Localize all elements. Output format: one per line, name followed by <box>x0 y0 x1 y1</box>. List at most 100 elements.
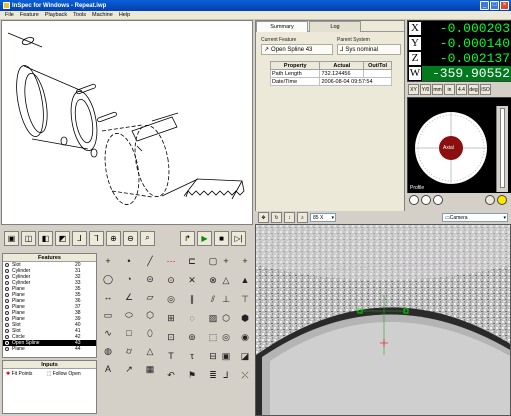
step-icon[interactable]: ↱ <box>180 230 195 246</box>
dro-degree-button[interactable]: deg <box>468 84 479 95</box>
parent-system-field[interactable]: ⅃ Sys nominal <box>337 44 401 55</box>
camera-view[interactable] <box>255 224 511 416</box>
table-row[interactable]: Path Length 732.124456 <box>269 69 392 78</box>
maximize-button[interactable]: □ <box>490 1 499 10</box>
table-row[interactable]: Date/Time 2006-08-04 09:57:54 <box>269 77 392 86</box>
dot-icon[interactable]: • <box>120 253 138 269</box>
hex-icon[interactable]: ⬡ <box>217 310 235 326</box>
ellipse-icon[interactable]: ⬭ <box>120 307 138 323</box>
cube-icon[interactable]: ▣ <box>217 348 235 364</box>
move-icon[interactable]: ✥ <box>258 212 269 223</box>
zoom-fit-icon[interactable]: ⌕ <box>140 230 155 246</box>
dro-precision-button[interactable]: 4.4 <box>456 84 467 95</box>
rotate-icon[interactable]: ↻ <box>271 212 282 223</box>
target-icon[interactable]: ⊚ <box>183 329 201 345</box>
menu-tools[interactable]: Tools <box>70 12 89 18</box>
axis-alt-icon[interactable]: ⅂ <box>89 230 104 246</box>
height-icon[interactable]: ↕ <box>284 212 295 223</box>
arc-icon[interactable]: ◔ <box>120 271 138 287</box>
plus-icon[interactable]: + <box>217 253 235 269</box>
align-icon[interactable]: ⅃ <box>217 367 235 383</box>
ring-icon[interactable]: ◎ <box>162 291 180 307</box>
triangle-icon[interactable]: △ <box>217 272 235 288</box>
bracket-icon[interactable]: ⊏ <box>183 253 201 269</box>
plus-alt-icon[interactable]: + <box>236 253 254 269</box>
play-icon[interactable]: ▶ <box>197 230 212 246</box>
col-property[interactable]: Property <box>269 61 321 70</box>
cylinder-icon[interactable]: ⌭ <box>120 343 138 359</box>
menu-playback[interactable]: Playback <box>42 12 70 18</box>
flag-icon[interactable]: ⚑ <box>183 367 201 383</box>
fit-points-option[interactable]: ✱ Fit Points <box>6 371 32 377</box>
cross-view-icon[interactable] <box>433 195 443 205</box>
menu-file[interactable]: File <box>2 12 17 18</box>
line-icon[interactable]: ╱ <box>141 253 159 269</box>
menu-machine[interactable]: Machine <box>89 12 116 18</box>
step-forward-icon[interactable]: ▷| <box>231 230 246 246</box>
text-icon[interactable]: A <box>99 361 117 377</box>
zoom-select[interactable]: 85 X ▾ <box>310 213 336 222</box>
pin-alt-icon[interactable]: ⊤ <box>236 291 254 307</box>
feature-row[interactable]: Plane 44 <box>3 346 96 352</box>
oval-icon[interactable]: ⬯ <box>141 325 159 341</box>
cone-icon[interactable]: △ <box>141 343 159 359</box>
ta-icon[interactable]: T <box>162 348 180 364</box>
gear-icon[interactable] <box>485 195 495 205</box>
spline-icon[interactable]: ∿ <box>99 325 117 341</box>
align-alt-icon[interactable]: ⤬ <box>236 367 254 383</box>
dro-xy-button[interactable]: XY <box>408 84 419 95</box>
view-iso-icon[interactable]: ▣ <box>4 230 19 246</box>
pin-icon[interactable]: ⊥ <box>217 291 235 307</box>
square-icon[interactable]: □ <box>120 325 138 341</box>
axis-icon[interactable]: ⅃ <box>72 230 87 246</box>
tt-icon[interactable]: τ <box>183 348 201 364</box>
part-drawing-view[interactable] <box>1 20 253 225</box>
ring-alt-icon[interactable]: ◎ <box>217 329 235 345</box>
cube-alt-icon[interactable]: ◪ <box>236 348 254 364</box>
col-actual[interactable]: Actual <box>319 61 365 70</box>
menu-help[interactable]: Help <box>116 12 133 18</box>
dro-inch-button[interactable]: in <box>444 84 455 95</box>
zoom-icon[interactable]: ⌕ <box>297 212 308 223</box>
dots-icon[interactable]: ⋯ <box>162 253 180 269</box>
col-outtol[interactable]: Out/Tol <box>363 61 392 70</box>
stop-icon[interactable]: ■ <box>214 230 229 246</box>
tab-summary[interactable]: Summary <box>256 21 308 32</box>
point-icon[interactable]: + <box>99 253 117 269</box>
rings-view-icon[interactable] <box>421 195 431 205</box>
dro-iso-button[interactable]: ISO <box>480 84 491 95</box>
dro-zero-button[interactable]: Y/0 <box>420 84 431 95</box>
node-icon[interactable]: ⊙ <box>162 272 180 288</box>
rect-icon[interactable]: ▭ <box>99 307 117 323</box>
dashed-circle-icon[interactable]: ◌ <box>183 310 201 326</box>
ring-alt2-icon[interactable]: ◉ <box>236 329 254 345</box>
view-top-icon[interactable]: ◩ <box>55 230 70 246</box>
follow-open-option[interactable]: ⬚ Follow Open <box>46 371 80 377</box>
circle-icon[interactable]: ◯ <box>99 271 117 287</box>
hex-alt-icon[interactable]: ⬢ <box>236 310 254 326</box>
box-icon[interactable]: ⊡ <box>162 329 180 345</box>
slot-icon[interactable]: ⊝ <box>141 271 159 287</box>
light-icon[interactable] <box>497 195 507 205</box>
zoom-out-icon[interactable]: ⊖ <box>123 230 138 246</box>
menu-feature[interactable]: Feature <box>17 12 42 18</box>
sphere-icon[interactable]: ◍ <box>99 343 117 359</box>
curl-icon[interactable]: ↶ <box>162 367 180 383</box>
view-side-icon[interactable]: ◧ <box>38 230 53 246</box>
current-feature-field[interactable]: ↗ Open Spline 43 <box>261 44 333 55</box>
triangle-alt-icon[interactable]: ▲ <box>236 272 254 288</box>
grid-icon[interactable]: ⊞ <box>162 310 180 326</box>
close-button[interactable]: × <box>500 1 509 10</box>
zoom-in-icon[interactable]: ⊕ <box>106 230 121 246</box>
cross-icon[interactable]: ✕ <box>183 272 201 288</box>
curve-icon[interactable]: ↗ <box>120 361 138 377</box>
polygon-icon[interactable]: ⬡ <box>141 307 159 323</box>
report-icon[interactable]: ▦ <box>141 361 159 377</box>
dro-mm-button[interactable]: mm <box>432 84 443 95</box>
angle-icon[interactable]: ∠ <box>120 289 138 305</box>
camera-source-select[interactable]: ▭ Camera ▾ <box>442 213 508 222</box>
minimize-button[interactable]: _ <box>480 1 489 10</box>
distance-icon[interactable]: ↔ <box>99 289 117 305</box>
level-gauge[interactable]: 0.5% <box>496 98 508 192</box>
plane-icon[interactable]: ▱ <box>141 289 159 305</box>
